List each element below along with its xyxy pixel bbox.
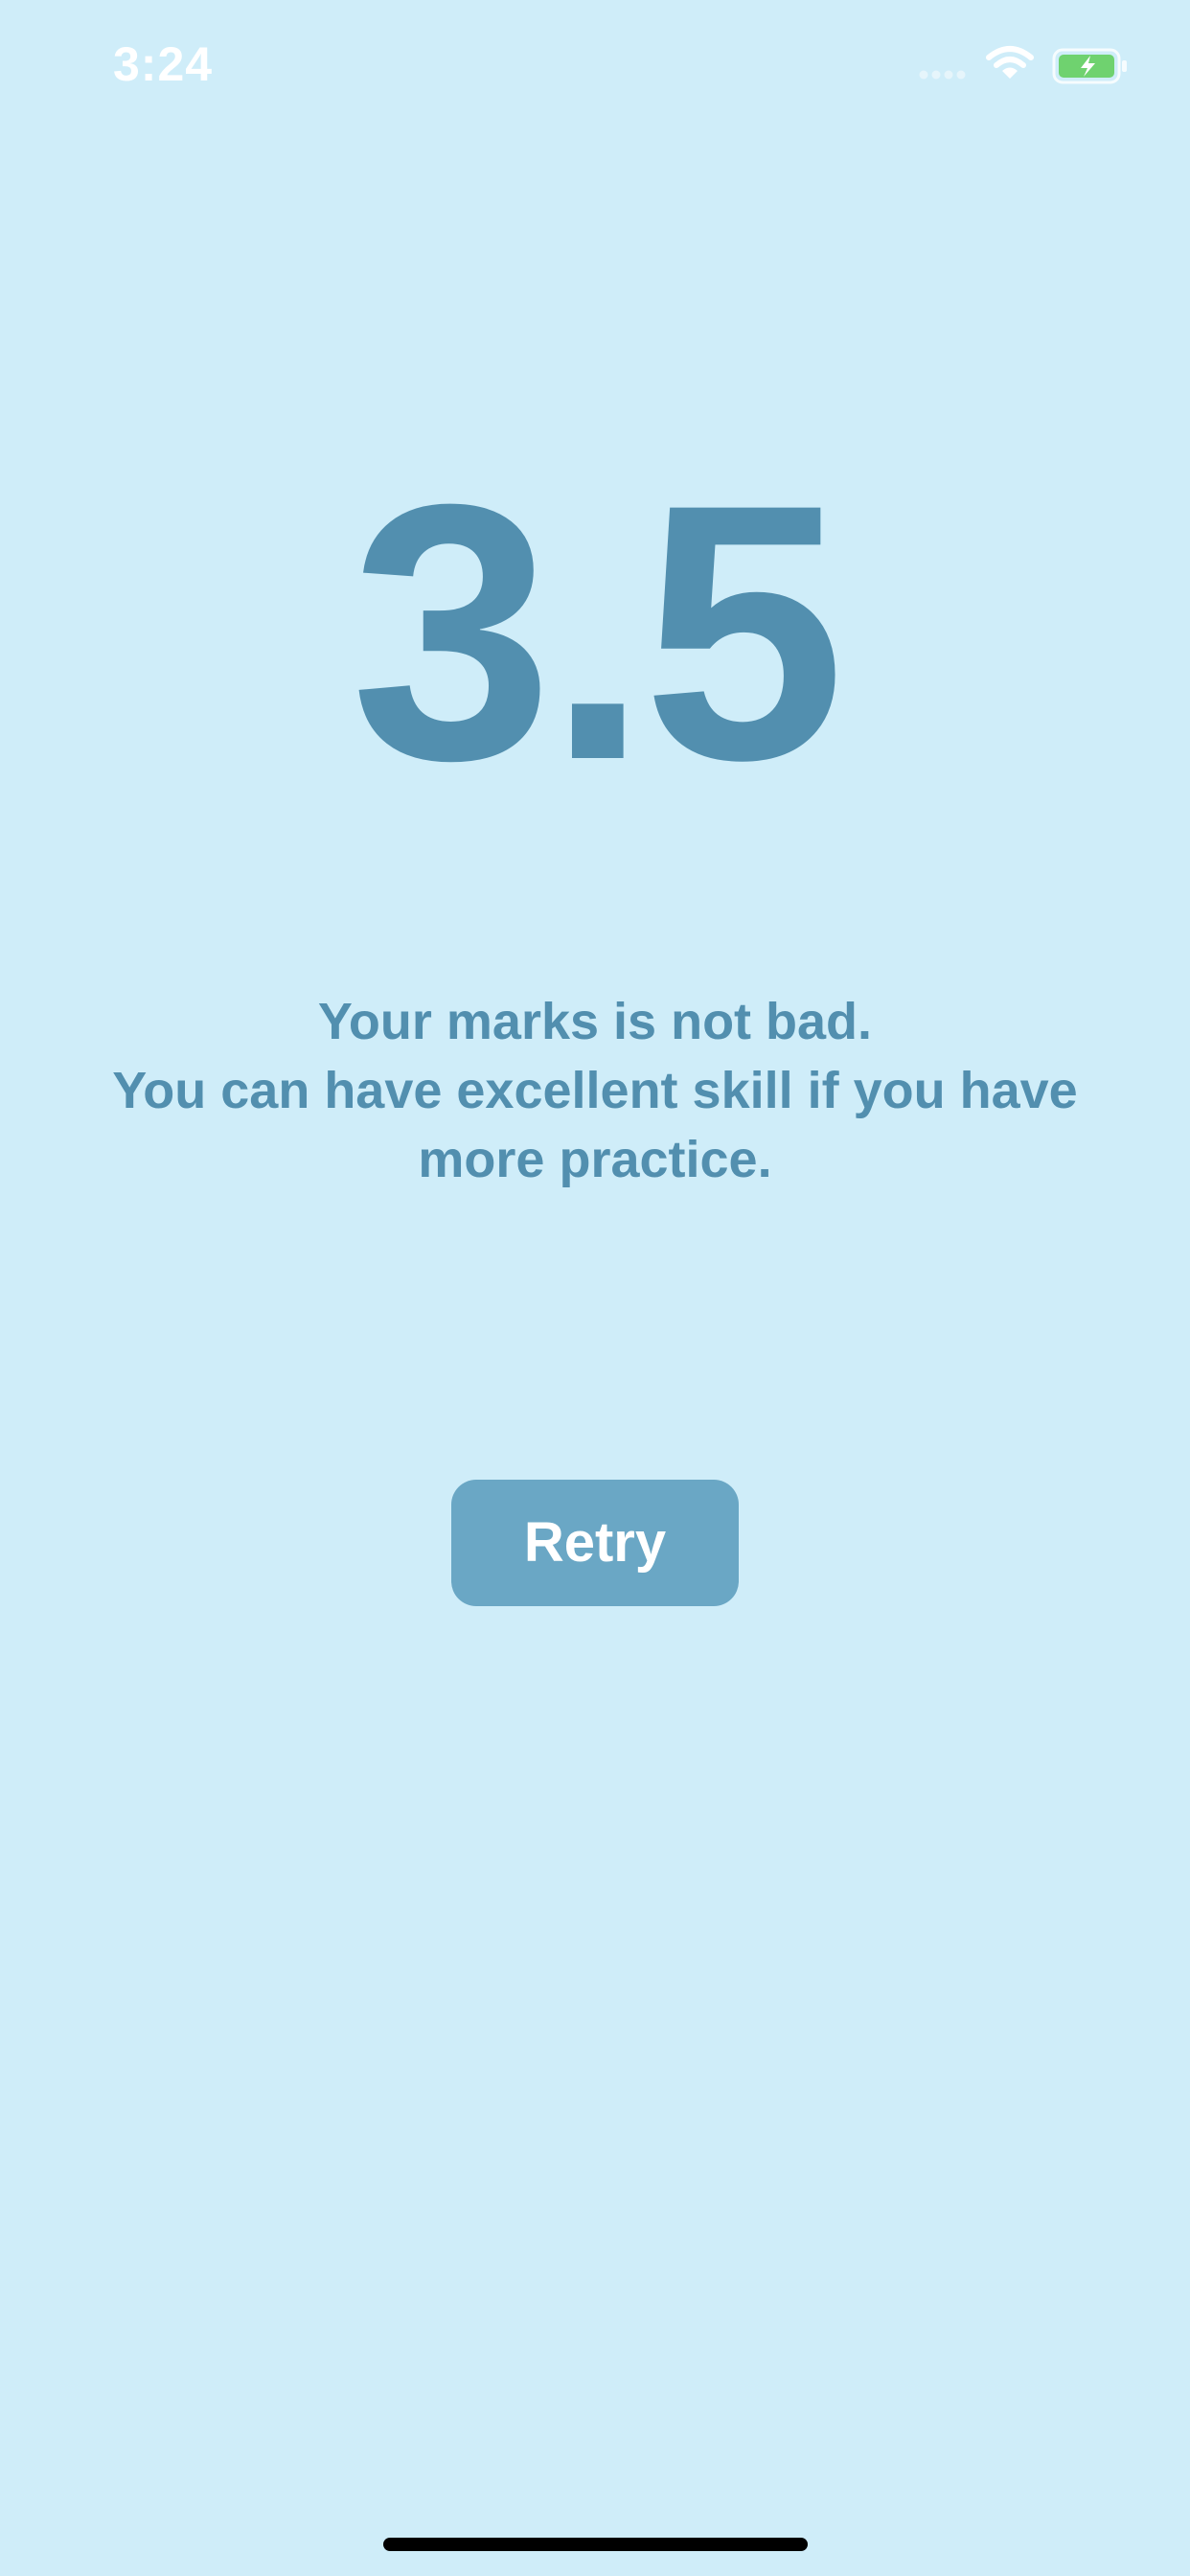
signal-icon xyxy=(919,70,966,80)
result-message: Your marks is not bad. You can have exce… xyxy=(57,987,1133,1194)
status-time: 3:24 xyxy=(113,37,214,91)
wifi-icon xyxy=(986,46,1034,79)
retry-button[interactable]: Retry xyxy=(451,1480,739,1606)
result-message-line: more practice. xyxy=(418,1131,772,1188)
home-indicator[interactable] xyxy=(383,2538,808,2551)
score-value: 3.5 xyxy=(350,428,845,836)
status-bar: 3:24 xyxy=(0,0,1190,134)
result-message-line: You can have excellent skill if you have xyxy=(112,1062,1078,1119)
battery-charging-icon xyxy=(1052,48,1127,84)
result-message-line: Your marks is not bad. xyxy=(317,993,873,1050)
